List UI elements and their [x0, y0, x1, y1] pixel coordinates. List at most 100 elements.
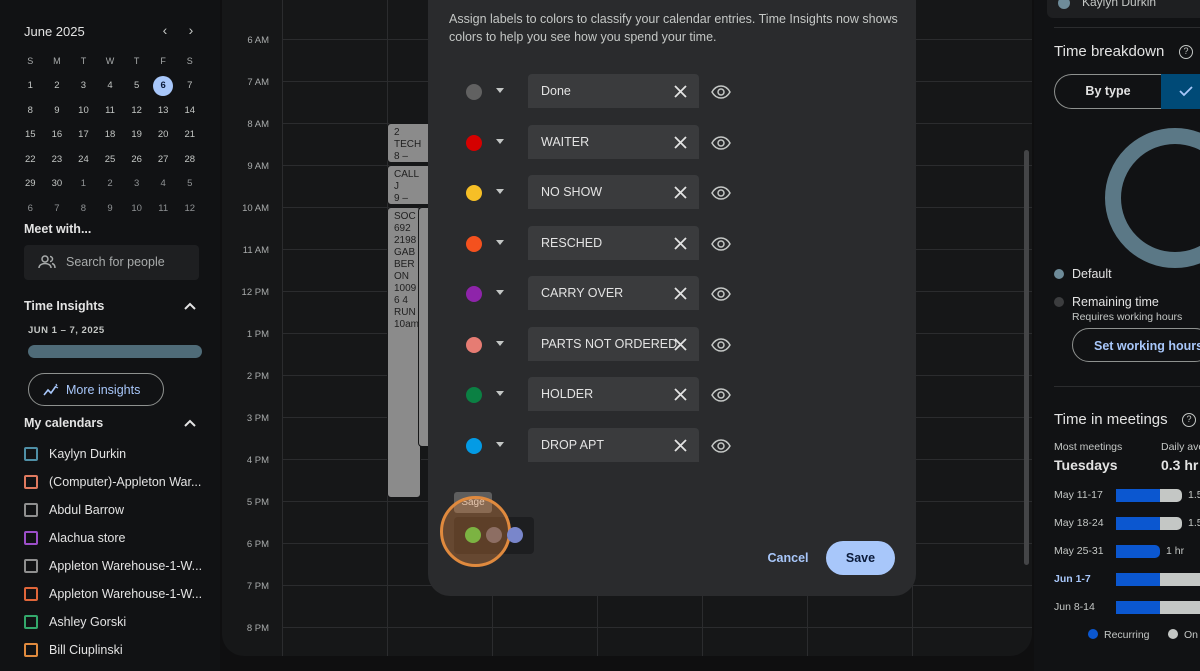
label-color-dot[interactable] [466, 236, 482, 252]
label-color-dot[interactable] [466, 438, 482, 454]
day-cell[interactable]: 13 [150, 105, 177, 116]
calendar-event[interactable]: 2 TECH 8 – 9am [387, 123, 432, 163]
color-dropdown-icon[interactable] [496, 88, 504, 93]
next-month-icon[interactable]: › [182, 22, 200, 38]
day-cell[interactable]: 25 [97, 154, 124, 165]
day-cell[interactable]: 20 [150, 129, 177, 140]
by-type-tab[interactable]: By type [1055, 75, 1161, 108]
day-cell[interactable]: 10 [70, 105, 97, 116]
label-color-dot[interactable] [466, 387, 482, 403]
clear-icon[interactable] [674, 136, 687, 149]
calendar-chip[interactable]: Kaylyn Durkin [1047, 0, 1200, 18]
check-tab[interactable] [1161, 74, 1200, 109]
calendar-checkbox[interactable] [24, 503, 38, 517]
day-cell[interactable]: 23 [44, 154, 71, 165]
sage-swatch[interactable] [465, 527, 481, 543]
color-dropdown-icon[interactable] [496, 240, 504, 245]
day-cell[interactable]: 11 [97, 105, 124, 116]
day-cell[interactable]: 1 [17, 80, 44, 91]
day-cell[interactable]: 5 [176, 178, 203, 189]
day-cell[interactable]: 1 [70, 178, 97, 189]
calendar-event[interactable]: CALL J 9 – 10a [387, 165, 432, 205]
clear-icon[interactable] [674, 85, 687, 98]
color-dropdown-icon[interactable] [496, 341, 504, 346]
calendar-checkbox[interactable] [24, 531, 38, 545]
visibility-eye-icon[interactable] [711, 387, 731, 403]
clear-icon[interactable] [674, 237, 687, 250]
day-cell[interactable]: 7 [44, 203, 71, 214]
visibility-eye-icon[interactable] [711, 236, 731, 252]
visibility-eye-icon[interactable] [711, 185, 731, 201]
clear-icon[interactable] [674, 186, 687, 199]
day-cell[interactable]: 12 [123, 105, 150, 116]
day-cell[interactable]: 8 [70, 203, 97, 214]
day-cell[interactable]: 5 [123, 80, 150, 91]
clear-icon[interactable] [674, 338, 687, 351]
day-cell[interactable]: 16 [44, 129, 71, 140]
day-cell[interactable]: 15 [17, 129, 44, 140]
search-people-input[interactable]: Search for people [24, 245, 199, 280]
label-color-dot[interactable] [466, 185, 482, 201]
day-cell[interactable]: 7 [176, 80, 203, 91]
day-cell[interactable]: 21 [176, 129, 203, 140]
day-cell[interactable]: 30 [44, 178, 71, 189]
visibility-eye-icon[interactable] [711, 286, 731, 302]
day-cell[interactable]: 2 [44, 80, 71, 91]
day-cell[interactable]: 3 [70, 80, 97, 91]
lavender-swatch[interactable] [507, 527, 523, 543]
cancel-button[interactable]: Cancel [760, 541, 816, 575]
more-insights-button[interactable]: More insights [28, 373, 164, 406]
visibility-eye-icon[interactable] [711, 438, 731, 454]
calendar-checkbox[interactable] [24, 475, 38, 489]
day-cell[interactable]: 9 [97, 203, 124, 214]
help-icon[interactable]: ? [1179, 45, 1193, 59]
calendar-checkbox[interactable] [24, 587, 38, 601]
day-cell[interactable]: 17 [70, 129, 97, 140]
day-cell[interactable]: 4 [150, 178, 177, 189]
day-cell[interactable]: 29 [17, 178, 44, 189]
color-dropdown-icon[interactable] [496, 290, 504, 295]
color-dropdown-icon[interactable] [496, 139, 504, 144]
day-cell[interactable]: 11 [150, 203, 177, 214]
label-color-dot[interactable] [466, 337, 482, 353]
set-working-hours-button[interactable]: Set working hours [1072, 328, 1200, 362]
chevron-up-icon[interactable] [183, 417, 197, 431]
today-marker[interactable]: 6 [153, 75, 174, 96]
calendar-item[interactable]: Appleton Warehouse-1-W... [24, 585, 214, 605]
day-cell[interactable]: 26 [123, 154, 150, 165]
color-dropdown-icon[interactable] [496, 442, 504, 447]
calendar-event[interactable]: SOC 692 2198 GAB BER ON 1009 6 4 RUN 10a… [387, 207, 421, 498]
day-cell[interactable]: 4 [97, 80, 124, 91]
grid-scrollbar[interactable] [1024, 150, 1029, 565]
day-cell[interactable]: 18 [97, 129, 124, 140]
color-dropdown-icon[interactable] [496, 391, 504, 396]
calendar-checkbox[interactable] [24, 643, 38, 657]
calendar-item[interactable]: Ashley Gorski [24, 613, 214, 633]
day-cell[interactable]: 24 [70, 154, 97, 165]
help-icon[interactable]: ? [1182, 413, 1196, 427]
label-color-dot[interactable] [466, 84, 482, 100]
day-cell[interactable]: 27 [150, 154, 177, 165]
calendar-checkbox[interactable] [24, 447, 38, 461]
label-color-dot[interactable] [466, 135, 482, 151]
day-cell[interactable]: 10 [123, 203, 150, 214]
day-cell[interactable]: 2 [97, 178, 124, 189]
day-cell[interactable]: 8 [17, 105, 44, 116]
calendar-item[interactable]: Kaylyn Durkin [24, 445, 214, 465]
day-cell[interactable]: 9 [44, 105, 71, 116]
clear-icon[interactable] [674, 287, 687, 300]
calendar-item[interactable]: Appleton Warehouse-1-W... [24, 557, 214, 577]
day-cell[interactable]: 3 [123, 178, 150, 189]
save-button[interactable]: Save [826, 541, 895, 575]
label-color-dot[interactable] [466, 286, 482, 302]
day-cell[interactable]: 22 [17, 154, 44, 165]
color-dropdown-icon[interactable] [496, 189, 504, 194]
visibility-eye-icon[interactable] [711, 135, 731, 151]
day-cell[interactable]: 14 [176, 105, 203, 116]
day-cell[interactable]: 28 [176, 154, 203, 165]
clear-icon[interactable] [674, 388, 687, 401]
day-cell-today[interactable]: 6 [150, 75, 177, 96]
cocoa-swatch[interactable] [486, 527, 502, 543]
visibility-eye-icon[interactable] [711, 337, 731, 353]
day-cell[interactable]: 6 [17, 203, 44, 214]
